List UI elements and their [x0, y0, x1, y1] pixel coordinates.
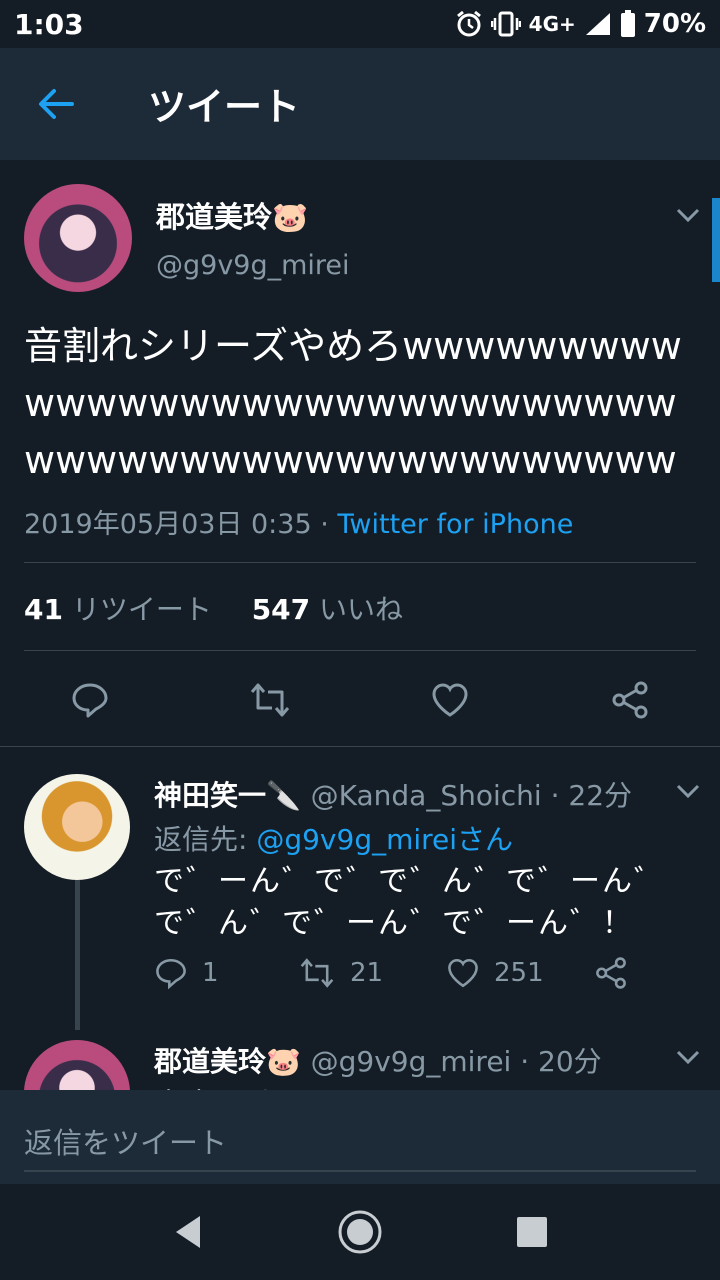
network-type: 4G+ — [528, 12, 576, 36]
status-bar: 1:03 4G+ 70% — [0, 0, 720, 48]
author-handle[interactable]: @g9v9g_mirei — [156, 250, 350, 281]
tweet-meta: 2019年05月03日 0:35 · Twitter for iPhone — [24, 502, 573, 541]
reply-body-partial: 音声は黙って — [154, 1080, 333, 1090]
chevron-down-icon[interactable] — [674, 1048, 702, 1066]
retweet-count[interactable]: 41 — [24, 593, 63, 626]
author-name[interactable]: 郡道美玲🐷 — [156, 194, 308, 236]
back-arrow-icon[interactable] — [36, 84, 76, 124]
retweet-icon — [250, 683, 290, 717]
divider — [0, 746, 720, 747]
avatar[interactable] — [24, 184, 132, 292]
battery-percent: 70% — [643, 9, 706, 39]
divider — [24, 650, 696, 651]
avatar[interactable] — [24, 1040, 130, 1090]
nav-home-icon[interactable] — [336, 1208, 384, 1256]
like-count: 251 — [494, 958, 544, 988]
reply-body-line-1: で゛ーん゛で゛で゛ん゛で゛ーん゛ — [154, 864, 666, 899]
battery-icon — [620, 10, 636, 38]
status-time: 1:03 — [14, 8, 84, 41]
tweet-timestamp: 2019年05月03日 0:35 · — [24, 509, 338, 540]
reply-time: · 20分 — [511, 1045, 602, 1078]
reply-author-name[interactable]: 神田笑一🔪 — [154, 779, 301, 812]
tweet-stats: 41 リツイート 547 いいね — [24, 588, 403, 628]
reply-author-name[interactable]: 郡道美玲🐷 — [154, 1045, 301, 1078]
reply-button[interactable] — [68, 678, 112, 722]
reply-time: · 22分 — [541, 779, 633, 812]
reply-icon — [156, 958, 186, 990]
reply-author-line: 神田笑一🔪 @Kanda_Shoichi · 22分 — [154, 774, 632, 814]
reply-author-handle[interactable]: @g9v9g_mirei — [311, 1045, 512, 1078]
chevron-down-icon[interactable] — [674, 782, 702, 800]
reply-2-container: 郡道美玲🐷 @g9v9g_mirei · 20分 音声は黙って — [0, 1030, 720, 1090]
reply-like-button[interactable]: 251 — [446, 956, 544, 990]
app-bar: ツイート — [0, 48, 720, 160]
avatar[interactable] — [24, 774, 130, 880]
compose-underline — [24, 1170, 696, 1172]
reply-author-handle[interactable]: @Kanda_Shoichi — [311, 779, 542, 812]
reply-body-line-2: で゛ん゛で゛ーん゛で゛ーん゛！ — [154, 906, 634, 941]
signal-icon — [584, 11, 612, 37]
reply-retweet-button[interactable]: 21 — [298, 956, 383, 990]
reply-count: 1 — [202, 958, 219, 988]
reply-author-line: 郡道美玲🐷 @g9v9g_mirei · 20分 — [154, 1040, 602, 1080]
status-icons: 4G+ 70% — [455, 8, 706, 40]
like-count[interactable]: 547 — [252, 593, 310, 626]
retweet-button[interactable] — [248, 678, 292, 722]
reply-to-mention[interactable]: @g9v9g_mireiさん — [256, 823, 513, 856]
reply-share-button[interactable] — [594, 956, 628, 990]
share-icon — [612, 681, 648, 719]
heart-icon — [432, 683, 468, 717]
thread-line — [75, 880, 80, 1030]
reply-compose-bar[interactable]: 返信をツイート — [0, 1090, 720, 1184]
page-title: ツイート — [148, 85, 301, 129]
scrollbar[interactable] — [712, 198, 720, 282]
divider — [24, 562, 696, 563]
retweet-icon — [300, 958, 334, 988]
retweet-count: 21 — [350, 958, 384, 988]
like-label[interactable]: いいね — [310, 593, 403, 626]
reply-reply-button[interactable]: 1 — [154, 956, 219, 990]
chevron-down-icon[interactable] — [674, 206, 702, 224]
heart-icon — [448, 958, 478, 988]
compose-placeholder[interactable]: 返信をツイート — [24, 1120, 227, 1162]
reply-to-line: 返信先: @g9v9g_mireiさん — [154, 818, 513, 858]
tweet-text: 音割れシリーズやめろwwwwwwwwwwwwwwwwwwwwwwwwwwwwww… — [24, 324, 682, 482]
alarm-icon — [455, 10, 483, 38]
tweet-source-link[interactable]: Twitter for iPhone — [337, 509, 573, 540]
vibrate-icon — [490, 10, 521, 38]
system-nav-bar — [0, 1184, 720, 1280]
like-button[interactable] — [428, 678, 472, 722]
share-icon — [596, 957, 626, 989]
retweet-label[interactable]: リツイート — [63, 593, 212, 626]
share-button[interactable] — [608, 678, 652, 722]
nav-back-icon[interactable] — [164, 1208, 212, 1256]
nav-recents-icon[interactable] — [508, 1208, 556, 1256]
reply-icon — [72, 683, 108, 718]
reply-to-prefix: 返信先: — [154, 823, 257, 856]
